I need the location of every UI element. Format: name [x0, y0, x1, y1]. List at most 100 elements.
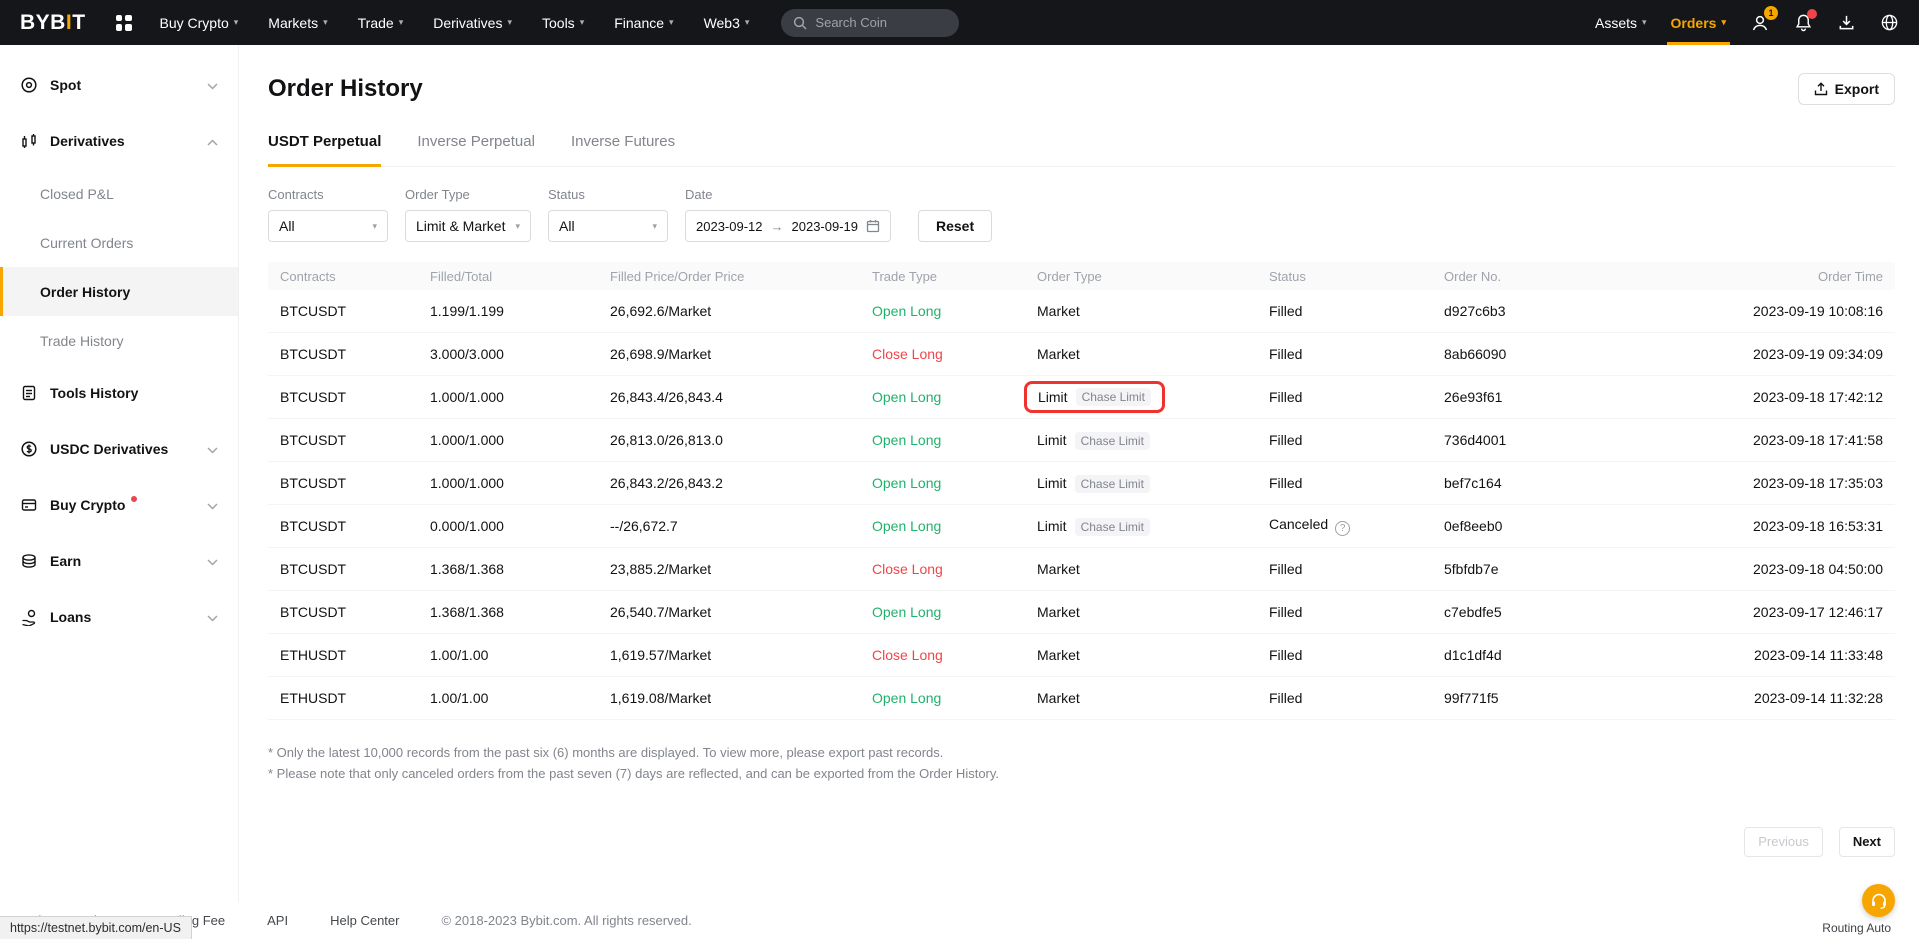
page-title: Order History: [268, 75, 423, 103]
sidebar-item-loans[interactable]: Loans: [0, 589, 238, 645]
chevron-down-icon: ▾: [580, 17, 585, 28]
notifications-button[interactable]: [1794, 13, 1813, 32]
sidebar-item-tools-history[interactable]: Tools History: [0, 365, 238, 421]
nav-item-derivatives[interactable]: Derivatives▾: [433, 0, 512, 45]
sidebar-item-trade-history[interactable]: Trade History: [0, 316, 238, 365]
status-cell: Filled: [1257, 561, 1432, 577]
order-no-cell: bef7c164: [1432, 475, 1682, 491]
sidebar-item-buy-crypto[interactable]: Buy Crypto: [0, 477, 238, 533]
status-filter-label: Status: [548, 187, 668, 202]
order-type-select[interactable]: Limit & Market ▾: [405, 210, 531, 242]
order-no-cell: d927c6b3: [1432, 303, 1682, 319]
sidebar-item-earn[interactable]: Earn: [0, 533, 238, 589]
order-type-cell: Market: [1025, 303, 1257, 319]
link-preview-statusbar: https://testnet.bybit.com/en-US: [0, 916, 192, 939]
notification-badge: [1807, 9, 1817, 19]
tab-inverse-futures[interactable]: Inverse Futures: [571, 133, 675, 166]
tab-usdt-perpetual[interactable]: USDT Perpetual: [268, 133, 381, 167]
status-select[interactable]: All ▾: [548, 210, 668, 242]
order-no-cell: d1c1df4d: [1432, 647, 1682, 663]
spot-icon: [20, 76, 38, 94]
table-row: BTCUSDT1.000/1.00026,843.4/26,843.4Open …: [268, 376, 1895, 419]
order-type-cell: LimitChase Limit: [1025, 432, 1257, 448]
order-time-cell: 2023-09-18 17:41:58: [1682, 432, 1895, 448]
order-no-cell: 0ef8eeb0: [1432, 518, 1682, 534]
calendar-icon: [866, 219, 880, 233]
order-no-cell: 5fbfdb7e: [1432, 561, 1682, 577]
footer-link-help-center[interactable]: Help Center: [330, 913, 399, 928]
filled-price-cell: 1,619.57/Market: [598, 647, 860, 663]
order-no-cell: 99f771f5: [1432, 690, 1682, 706]
canceled-info-icon[interactable]: ?: [1335, 521, 1350, 536]
tab-inverse-perpetual[interactable]: Inverse Perpetual: [417, 133, 535, 166]
filled-price-cell: 26,692.6/Market: [598, 303, 860, 319]
nav-item-finance[interactable]: Finance▾: [614, 0, 673, 45]
chase-limit-tag: Chase Limit: [1076, 388, 1151, 406]
footer-link-api[interactable]: API: [267, 913, 288, 928]
order-no-cell: 8ab66090: [1432, 346, 1682, 362]
contracts-select[interactable]: All ▾: [268, 210, 388, 242]
table-row: ETHUSDT1.00/1.001,619.08/MarketOpen Long…: [268, 677, 1895, 720]
sidebar-item-spot[interactable]: Spot: [0, 57, 238, 113]
nav-item-markets[interactable]: Markets▾: [268, 0, 327, 45]
chase-limit-tag: Chase Limit: [1075, 475, 1150, 493]
sidebar-item-order-history[interactable]: Order History: [0, 267, 238, 316]
status-cell: Canceled?: [1257, 516, 1432, 536]
trade-type-cell: Open Long: [860, 690, 1025, 706]
nav-item-assets[interactable]: Assets▾: [1595, 0, 1647, 45]
chase-limit-tag: Chase Limit: [1075, 432, 1150, 450]
nav-item-trade[interactable]: Trade▾: [358, 0, 404, 45]
nav-item-orders[interactable]: Orders▾: [1671, 0, 1726, 45]
order-no-cell: c7ebdfe5: [1432, 604, 1682, 620]
bybit-logo[interactable]: BYBIT: [20, 11, 86, 35]
order-type-filter: Order Type Limit & Market ▾: [405, 187, 531, 242]
date-range-picker[interactable]: 2023-09-12 → 2023-09-19: [685, 210, 891, 242]
status-cell: Filled: [1257, 432, 1432, 448]
coin-search-box[interactable]: [781, 9, 959, 37]
sidebar-item-usdc-derivatives[interactable]: USDC Derivatives: [0, 421, 238, 477]
reset-button[interactable]: Reset: [918, 210, 992, 242]
download-app-button[interactable]: [1837, 13, 1856, 32]
trade-type-cell: Close Long: [860, 346, 1025, 362]
download-icon: [1837, 13, 1856, 32]
export-button[interactable]: Export: [1798, 73, 1895, 105]
table-row: BTCUSDT1.000/1.00026,813.0/26,813.0Open …: [268, 419, 1895, 462]
search-input[interactable]: [815, 15, 935, 30]
contract-cell: BTCUSDT: [268, 432, 418, 448]
chevron-down-icon: ▾: [1721, 17, 1726, 28]
previous-page-button[interactable]: Previous: [1744, 827, 1823, 857]
order-type-label: Market: [1037, 647, 1080, 663]
status-cell: Filled: [1257, 475, 1432, 491]
nav-item-web3[interactable]: Web3▾: [704, 0, 750, 45]
filled-price-cell: 1,619.08/Market: [598, 690, 860, 706]
date-filter: Date 2023-09-12 → 2023-09-19: [685, 187, 891, 242]
app-body: Spot Derivatives Closed P&L Current Orde…: [0, 45, 1919, 902]
next-page-button[interactable]: Next: [1839, 827, 1895, 857]
sidebar-item-closed-pnl[interactable]: Closed P&L: [0, 169, 238, 218]
chevron-down-icon: [207, 609, 218, 625]
trade-type-cell: Open Long: [860, 604, 1025, 620]
apps-grid-icon[interactable]: [116, 15, 132, 31]
nav-item-tools[interactable]: Tools▾: [542, 0, 584, 45]
contract-cell: BTCUSDT: [268, 389, 418, 405]
header-status: Status: [1257, 269, 1432, 284]
support-chat-button[interactable]: [1862, 884, 1895, 917]
trade-type-cell: Open Long: [860, 518, 1025, 534]
account-avatar[interactable]: 1: [1750, 13, 1770, 33]
trade-type-cell: Open Long: [860, 475, 1025, 491]
order-type-cell: Market: [1025, 561, 1257, 577]
order-type-cell: LimitChase Limit: [1025, 475, 1257, 491]
sidebar-item-current-orders[interactable]: Current Orders: [0, 218, 238, 267]
filled-total-cell: 3.000/3.000: [418, 346, 598, 362]
navbar-right: Assets▾ Orders▾ 1: [1595, 0, 1899, 45]
header-filled-price: Filled Price/Order Price: [598, 269, 860, 284]
sidebar-item-derivatives[interactable]: Derivatives: [0, 113, 238, 169]
table-header-row: Contracts Filled/Total Filled Price/Orde…: [268, 262, 1895, 290]
order-type-label: Market: [1037, 604, 1080, 620]
export-icon: [1814, 82, 1828, 96]
nav-item-buy-crypto[interactable]: Buy Crypto▾: [160, 0, 239, 45]
order-table-body: BTCUSDT1.199/1.19926,692.6/MarketOpen Lo…: [268, 290, 1895, 720]
language-button[interactable]: [1880, 13, 1899, 32]
chevron-down-icon: ▾: [323, 17, 328, 28]
page-header: Order History Export: [268, 73, 1895, 105]
